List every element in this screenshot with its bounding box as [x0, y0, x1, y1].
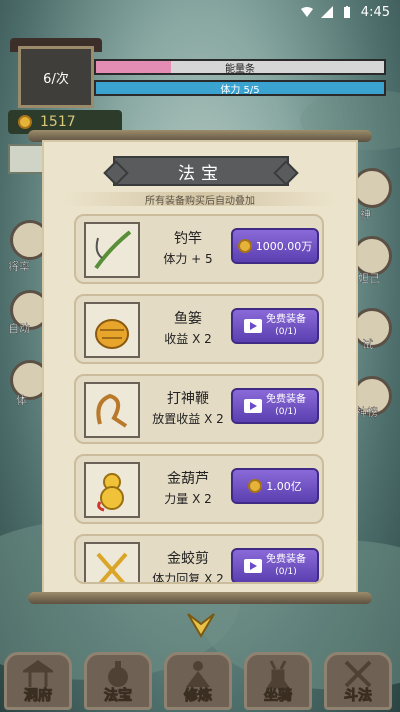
buy-button[interactable]: 1.00亿: [231, 468, 319, 504]
side-label-left-2: 自动: [8, 322, 30, 335]
side-label-right-4: 神榜: [356, 406, 378, 419]
item-golden-scissors: 金蛟剪 体力回复 X 2 免费装备 (0/1): [74, 534, 324, 584]
energy-bar: 能量条: [94, 59, 386, 75]
free-equip-label: 免费装备: [266, 314, 306, 325]
coin-icon: [237, 239, 252, 253]
nav-cave[interactable]: 洞府: [4, 652, 72, 710]
buy-price: 1.00亿: [266, 480, 302, 493]
coin-icon: [18, 115, 32, 129]
video-ad-icon: [244, 559, 262, 573]
item-name: 钓竿: [174, 231, 202, 247]
scissors-icon: [84, 542, 140, 582]
tries-text: 6/次: [43, 71, 69, 87]
free-equip-count: (0/1): [275, 327, 297, 337]
item-god-whip: 打神鞭 放置收益 X 2 免费装备 (0/1): [74, 374, 324, 444]
item-name: 打神鞭: [167, 391, 209, 407]
item-stat: 体力回复 X 2: [152, 572, 224, 584]
side-label-right-3: 试: [362, 338, 373, 351]
item-name: 鱼篓: [174, 311, 202, 327]
coin-icon: [248, 479, 263, 493]
free-equip-label: 免费装备: [266, 394, 306, 405]
free-equip-count: (0/1): [275, 407, 297, 417]
nav-label: 坐骑: [264, 688, 293, 705]
nav-duel[interactable]: 斗法: [324, 652, 392, 710]
nav-label: 洞府: [24, 688, 53, 705]
gourd-icon: [84, 462, 140, 518]
side-label-left-1: 将率: [8, 260, 30, 273]
fish-basket-icon: [84, 302, 140, 358]
signal-icon: [320, 6, 333, 18]
clock: 4:45: [360, 4, 390, 20]
nav-label: 斗法: [344, 688, 373, 705]
free-equip-button[interactable]: 免费装备 (0/1): [231, 388, 319, 424]
fishing-rod-icon: [84, 222, 140, 278]
nav-label: 法宝: [104, 688, 133, 705]
nav-label: 修炼: [184, 688, 213, 705]
item-stat: 力量 X 2: [164, 492, 212, 506]
panel-subtitle: 所有装备购买后自动叠加: [64, 192, 336, 207]
energy-bar-label: 能量条: [225, 63, 255, 75]
scroll-rod-bottom: [28, 592, 372, 604]
chevron-down-icon[interactable]: [186, 610, 216, 640]
item-stat: 放置收益 X 2: [152, 412, 224, 426]
buy-price: 1000.00万: [255, 240, 313, 253]
nav-treasure[interactable]: 法宝: [84, 652, 152, 710]
item-stat: 体力 + 5: [163, 252, 213, 266]
panel-title: 法宝: [113, 156, 289, 186]
item-fishing-rod: 钓竿 体力 + 5 1000.00万: [74, 214, 324, 284]
item-stat: 收益 X 2: [164, 332, 212, 346]
stamina-bar: 体力 5/5: [94, 80, 386, 96]
free-equip-label: 免费装备: [266, 554, 306, 565]
free-equip-count: (0/1): [275, 567, 297, 577]
item-name: 金蛟剪: [167, 551, 209, 567]
stamina-bar-label: 体力 5/5: [220, 84, 260, 96]
video-ad-icon: [244, 399, 262, 413]
side-label-left-3: 体: [16, 394, 27, 407]
treasure-panel: [42, 140, 358, 596]
side-icon-right-1[interactable]: [352, 168, 392, 208]
item-fish-basket: 鱼篓 收益 X 2 免费装备 (0/1): [74, 294, 324, 364]
free-equip-button[interactable]: 免费装备 (0/1): [231, 548, 319, 582]
side-label-right-2: 妲己: [358, 272, 380, 285]
free-equip-button[interactable]: 免费装备 (0/1): [231, 308, 319, 344]
wifi-icon: [300, 7, 313, 17]
side-label-right-1: 神: [360, 208, 371, 221]
item-golden-gourd: 金葫芦 力量 X 2 1.00亿: [74, 454, 324, 524]
battery-icon: [343, 6, 350, 18]
item-name: 金葫芦: [167, 471, 209, 487]
tries-counter: 6/次: [18, 46, 94, 108]
buy-button[interactable]: 1000.00万: [231, 228, 319, 264]
video-ad-icon: [244, 319, 262, 333]
status-bar: 4:45: [0, 0, 400, 24]
nav-mount[interactable]: 坐骑: [244, 652, 312, 710]
coin-amount: 1517: [40, 114, 76, 130]
whip-icon: [84, 382, 140, 438]
nav-cultivate[interactable]: 修炼: [164, 652, 232, 710]
